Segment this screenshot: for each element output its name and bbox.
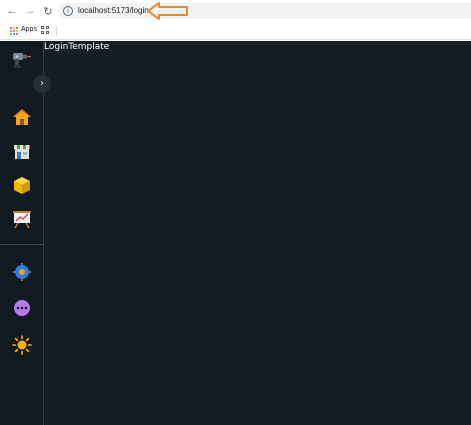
sun-icon[interactable] — [12, 335, 32, 355]
site-info-icon[interactable]: i — [63, 6, 73, 16]
tab-groups-icon[interactable] — [41, 26, 49, 34]
bookmarks-bar: Apps — [0, 22, 471, 40]
sidebar-divider — [0, 244, 44, 245]
apps-icon[interactable] — [10, 27, 18, 35]
reload-icon[interactable]: ↻ — [40, 3, 56, 19]
address-bar[interactable]: i localhost:5173/login — [58, 3, 471, 19]
url-text[interactable]: localhost:5173/login — [78, 6, 149, 15]
sidebar: › — [0, 41, 51, 425]
drill-icon[interactable] — [10, 47, 32, 69]
app-container: › LoginTemplate — [0, 41, 471, 425]
chevron-right-icon[interactable]: › — [33, 75, 51, 93]
annotation-arrow-icon — [147, 2, 188, 20]
more-dots-icon[interactable] — [12, 298, 32, 318]
browser-toolbar: ← → ↻ i localhost:5173/login — [0, 0, 471, 22]
apps-bookmark-label[interactable]: Apps — [21, 26, 37, 33]
store-icon[interactable] — [12, 141, 32, 161]
forward-arrow-icon[interactable]: → — [22, 3, 38, 19]
settings-gear-icon[interactable] — [12, 262, 32, 282]
box-icon[interactable] — [12, 175, 32, 195]
home-icon[interactable] — [12, 107, 32, 127]
presentation-chart-icon[interactable] — [12, 209, 32, 229]
page-title: LoginTemplate — [44, 42, 110, 52]
bookmarks-divider — [56, 26, 57, 36]
back-arrow-icon[interactable]: ← — [4, 3, 20, 19]
